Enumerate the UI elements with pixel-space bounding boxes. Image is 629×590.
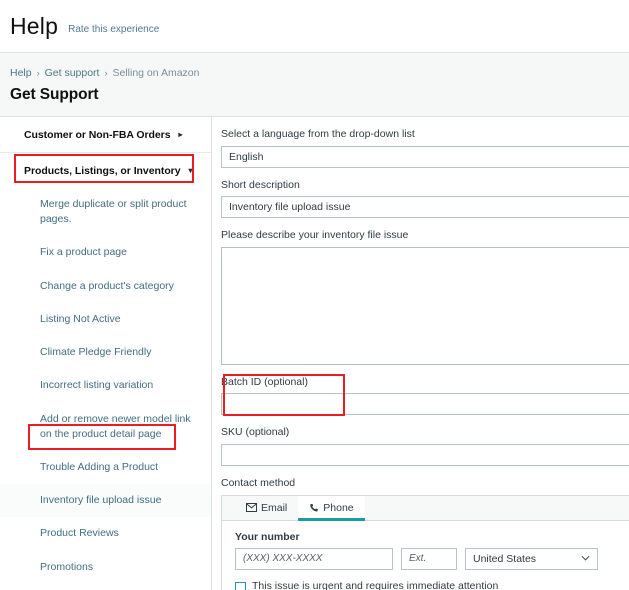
language-label: Select a language from the drop-down lis…	[221, 128, 629, 141]
chevron-right-icon: ▸	[179, 131, 183, 139]
sidebar-item-change-a-products-category[interactable]: Change a product's category	[0, 270, 211, 303]
chevron-down-icon	[581, 554, 590, 563]
urgent-issue-row[interactable]: This issue is urgent and requires immedi…	[235, 581, 629, 590]
short-description-input[interactable]	[221, 196, 629, 218]
sidebar-item-product-reviews[interactable]: Product Reviews	[0, 517, 211, 550]
contact-method-panel: Email Phone Your number	[221, 495, 629, 590]
envelope-icon	[246, 503, 257, 512]
contact-method-label: Contact method	[221, 477, 629, 490]
breadcrumb-item-selling-on-amazon[interactable]: Selling on Amazon	[112, 67, 199, 79]
sku-input[interactable]	[221, 444, 629, 466]
tab-email-label: Email	[261, 502, 287, 514]
sidebar-topic-list: Merge duplicate or split product pages. …	[0, 188, 211, 590]
sidebar-category-label: Customer or Non-FBA Orders	[24, 129, 171, 141]
breadcrumb-separator-icon: ›	[104, 68, 107, 78]
rate-experience-link[interactable]: Rate this experience	[68, 24, 159, 35]
sidebar-item-incorrect-listing-variation[interactable]: Incorrect listing variation	[0, 369, 211, 402]
phone-tab-panel: Your number United States	[222, 521, 629, 590]
breadcrumb-item-help[interactable]: Help	[10, 67, 32, 79]
sidebar-item-trouble-adding-a-product[interactable]: Trouble Adding a Product	[0, 451, 211, 484]
sidebar-item-add-or-remove-newer-model-link[interactable]: Add or remove newer model link on the pr…	[0, 403, 211, 451]
phone-extension-input[interactable]	[401, 548, 457, 570]
language-select[interactable]	[221, 146, 629, 168]
tab-phone[interactable]: Phone	[298, 496, 364, 520]
issue-description-field-group: Please describe your inventory file issu…	[221, 229, 629, 365]
batch-id-label: Batch ID (optional)	[221, 376, 629, 389]
phone-number-input[interactable]	[235, 548, 393, 570]
sku-field-group: SKU (optional)	[221, 426, 629, 466]
sidebar-category-products-listings-or-inventory[interactable]: Products, Listings, or Inventory ▾	[0, 153, 211, 188]
your-number-label: Your number	[235, 531, 629, 543]
main-layout: Customer or Non-FBA Orders ▸ Products, L…	[0, 116, 629, 590]
sidebar-category-label: Products, Listings, or Inventory	[24, 165, 181, 177]
sidebar-item-merge-duplicate-or-split-product-pages[interactable]: Merge duplicate or split product pages.	[0, 188, 211, 236]
issue-description-textarea[interactable]	[221, 247, 629, 365]
tab-email[interactable]: Email	[235, 496, 298, 520]
sidebar-category-customer-or-non-fba-orders[interactable]: Customer or Non-FBA Orders ▸	[0, 117, 211, 153]
sidebar-item-climate-pledge-friendly[interactable]: Climate Pledge Friendly	[0, 336, 211, 369]
chevron-down-icon: ▾	[189, 167, 193, 175]
page-brand-title: Help	[10, 15, 58, 38]
contact-method-group: Contact method Email	[221, 477, 629, 590]
tab-phone-label: Phone	[323, 502, 353, 514]
breadcrumb: Help › Get support › Selling on Amazon	[0, 53, 629, 79]
sku-label: SKU (optional)	[221, 426, 629, 439]
contact-method-tabs: Email Phone	[222, 496, 629, 521]
urgent-issue-label: This issue is urgent and requires immedi…	[252, 581, 498, 590]
batch-id-field-group: Batch ID (optional)	[221, 376, 629, 416]
sidebar-item-inventory-file-upload-issue[interactable]: Inventory file upload issue	[0, 484, 211, 517]
short-description-field-group: Short description	[221, 179, 629, 219]
app-header: Help Rate this experience	[0, 0, 629, 52]
page-body: Help › Get support › Selling on Amazon G…	[0, 52, 629, 590]
phone-input-row: United States	[235, 548, 629, 570]
short-description-label: Short description	[221, 179, 629, 192]
batch-id-input[interactable]	[221, 393, 629, 415]
page-title: Get Support	[0, 79, 629, 104]
issue-description-label: Please describe your inventory file issu…	[221, 229, 629, 242]
support-topic-sidebar: Customer or Non-FBA Orders ▸ Products, L…	[0, 116, 212, 590]
country-select-value: United States	[473, 553, 536, 565]
sidebar-item-find-product-ids[interactable]: Find Product IDs or request exemption (U…	[0, 584, 211, 590]
language-field-group: Select a language from the drop-down lis…	[221, 128, 629, 168]
sidebar-item-promotions[interactable]: Promotions	[0, 551, 211, 584]
country-select[interactable]: United States	[465, 548, 598, 570]
support-form: Select a language from the drop-down lis…	[212, 116, 629, 590]
sidebar-item-listing-not-active[interactable]: Listing Not Active	[0, 303, 211, 336]
breadcrumb-item-get-support[interactable]: Get support	[45, 67, 100, 79]
sidebar-item-fix-a-product-page[interactable]: Fix a product page	[0, 236, 211, 269]
breadcrumb-separator-icon: ›	[37, 68, 40, 78]
urgent-issue-checkbox[interactable]	[235, 582, 246, 590]
phone-icon	[309, 503, 319, 513]
